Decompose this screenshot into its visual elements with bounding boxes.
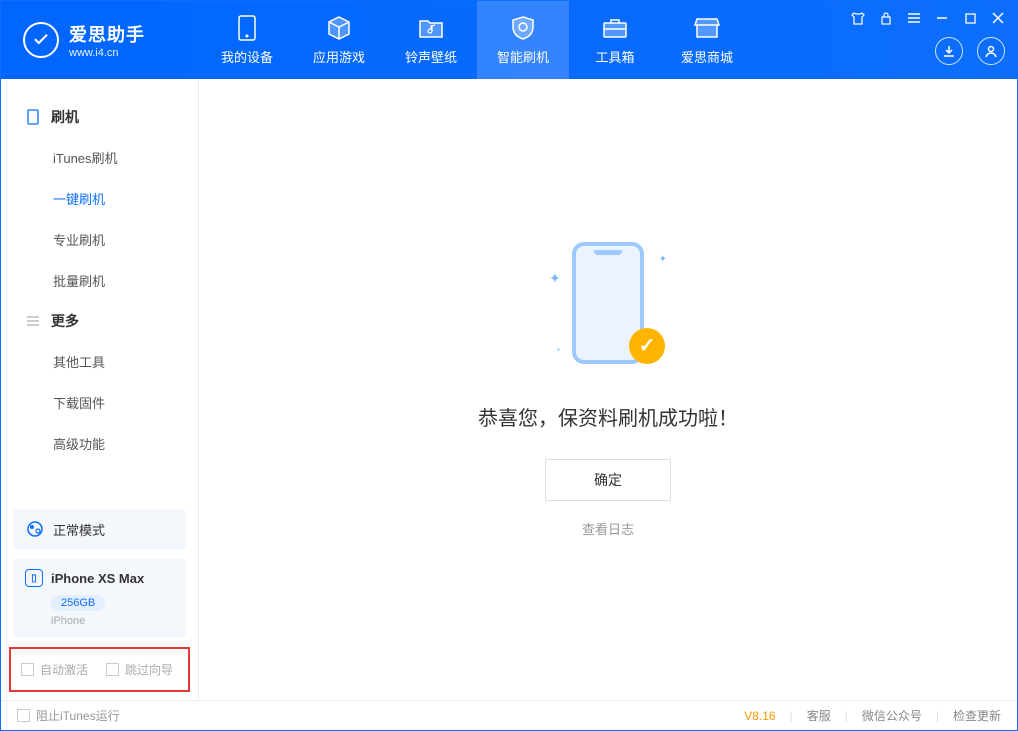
- device-storage-badge: 256GB: [51, 595, 105, 611]
- sidebar-item-batch-flash[interactable]: 批量刷机: [1, 260, 198, 301]
- device-panel[interactable]: ▯ iPhone XS Max 256GB iPhone: [13, 559, 186, 637]
- header-actions: [935, 37, 1005, 65]
- download-button[interactable]: [935, 37, 963, 65]
- app-header: 爱思助手 www.i4.cn 我的设备 应用游戏 铃声壁纸 智能刷机 工具箱 爱…: [1, 1, 1017, 79]
- sidebar-item-download-fw[interactable]: 下载固件: [1, 382, 198, 423]
- tab-store[interactable]: 爱思商城: [661, 1, 753, 79]
- tab-apps[interactable]: 应用游戏: [293, 1, 385, 79]
- sidebar-item-oneclick-flash[interactable]: 一键刷机: [1, 178, 198, 219]
- close-icon[interactable]: [989, 9, 1007, 27]
- logo-area: 爱思助手 www.i4.cn: [1, 21, 201, 59]
- window-controls: [849, 9, 1007, 27]
- footer-link-support[interactable]: 客服: [807, 707, 831, 724]
- footer-link-wechat[interactable]: 微信公众号: [862, 707, 922, 724]
- sidebar-section-more: 更多: [1, 301, 198, 341]
- tab-ringtones[interactable]: 铃声壁纸: [385, 1, 477, 79]
- user-button[interactable]: [977, 37, 1005, 65]
- shield-icon: [510, 15, 536, 41]
- music-folder-icon: [418, 15, 444, 41]
- ok-button[interactable]: 确定: [545, 459, 671, 501]
- mode-icon: [25, 519, 45, 539]
- sidebar: 刷机 iTunes刷机 一键刷机 专业刷机 批量刷机 更多 其他工具 下载固件 …: [1, 79, 199, 700]
- footer: 阻止iTunes运行 V8.16 | 客服 | 微信公众号 | 检查更新: [1, 700, 1017, 730]
- tab-flash[interactable]: 智能刷机: [477, 1, 569, 79]
- footer-link-update[interactable]: 检查更新: [953, 707, 1001, 724]
- device-phone-icon: ▯: [25, 569, 43, 587]
- version-label: V8.16: [744, 709, 775, 723]
- phone-icon: [234, 15, 260, 41]
- app-title: 爱思助手: [69, 21, 145, 47]
- sparkle-icon: ✦: [659, 254, 667, 265]
- sidebar-item-other-tools[interactable]: 其他工具: [1, 341, 198, 382]
- list-icon: [25, 313, 41, 329]
- minimize-icon[interactable]: [933, 9, 951, 27]
- sidebar-item-advanced[interactable]: 高级功能: [1, 423, 198, 464]
- maximize-icon[interactable]: [961, 9, 979, 27]
- toolbox-icon: [602, 15, 628, 41]
- sparkle-icon: •: [557, 345, 560, 354]
- sidebar-item-itunes-flash[interactable]: iTunes刷机: [1, 137, 198, 178]
- cube-icon: [326, 15, 352, 41]
- checkbox-auto-activate[interactable]: 自动激活: [21, 661, 88, 678]
- mode-panel[interactable]: 正常模式: [13, 509, 186, 549]
- lock-icon[interactable]: [877, 9, 895, 27]
- shirt-icon[interactable]: [849, 9, 867, 27]
- tab-toolbox[interactable]: 工具箱: [569, 1, 661, 79]
- success-illustration: ✦ ✦ • ✓: [543, 242, 673, 372]
- checkbox-skip-wizard[interactable]: 跳过向导: [106, 661, 173, 678]
- device-name: iPhone XS Max: [51, 571, 144, 586]
- tab-device[interactable]: 我的设备: [201, 1, 293, 79]
- menu-icon[interactable]: [905, 9, 923, 27]
- main-tabs: 我的设备 应用游戏 铃声壁纸 智能刷机 工具箱 爱思商城: [201, 1, 753, 79]
- device-icon: [25, 109, 41, 125]
- store-icon: [694, 15, 720, 41]
- main-content: ✦ ✦ • ✓ 恭喜您，保资料刷机成功啦！ 确定 查看日志: [199, 79, 1017, 700]
- sidebar-section-flash: 刷机: [1, 97, 198, 137]
- success-message: 恭喜您，保资料刷机成功啦！: [478, 402, 738, 431]
- checkbox-block-itunes[interactable]: 阻止iTunes运行: [17, 707, 120, 724]
- check-badge-icon: ✓: [629, 328, 665, 364]
- device-type: iPhone: [51, 615, 174, 627]
- view-log-link[interactable]: 查看日志: [582, 519, 634, 538]
- sparkle-icon: ✦: [549, 270, 561, 287]
- app-url: www.i4.cn: [69, 47, 145, 59]
- app-logo-icon: [23, 22, 59, 58]
- options-highlight-box: 自动激活 跳过向导: [9, 647, 190, 692]
- sidebar-item-pro-flash[interactable]: 专业刷机: [1, 219, 198, 260]
